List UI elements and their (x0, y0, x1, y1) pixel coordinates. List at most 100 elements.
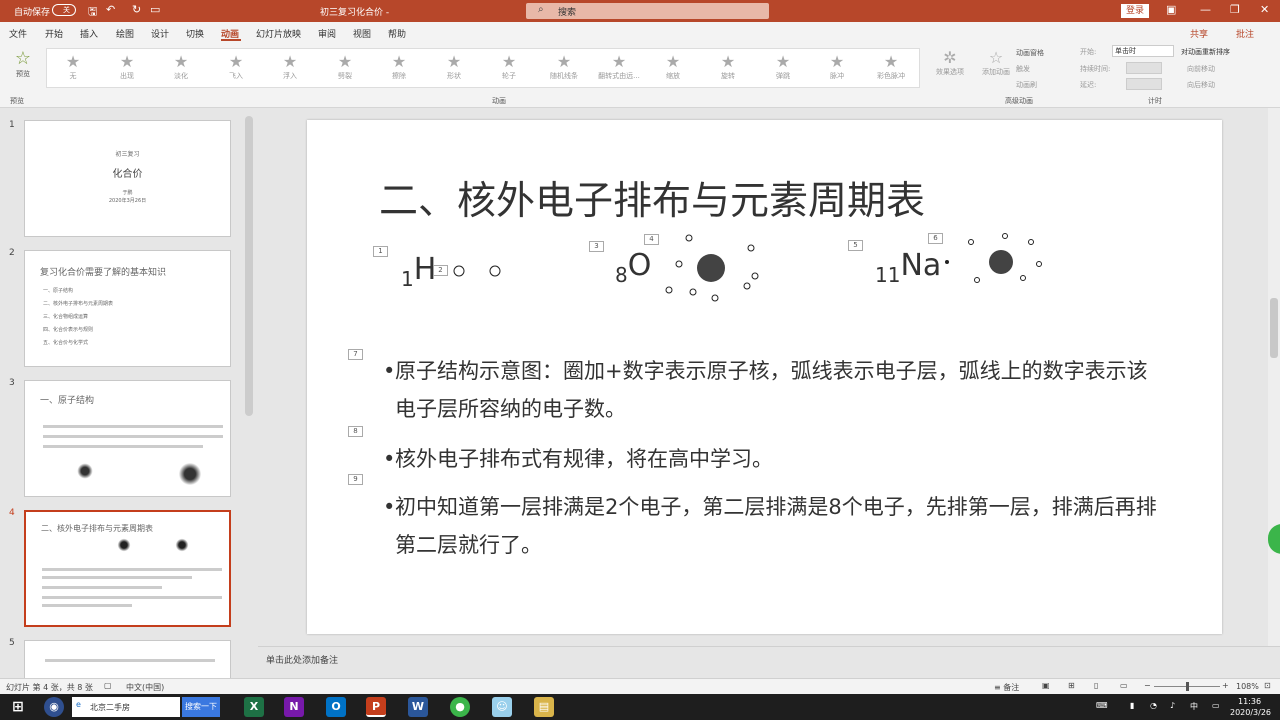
maximize-icon[interactable]: ❐ (1230, 3, 1240, 16)
search-box[interactable]: ⌕ 搜索 (526, 3, 769, 19)
tab-insert[interactable]: 插入 (80, 27, 98, 40)
preview-button[interactable]: ☆ 预览 (8, 48, 38, 79)
bullet-3[interactable]: • 初中知道第一层排满是2个电子，第二层排满是8个电子，先排第一层，排满后再排第… (383, 488, 1165, 564)
atom-oxygen[interactable]: 8O (615, 248, 651, 287)
tab-help[interactable]: 帮助 (388, 27, 406, 40)
language-indicator[interactable]: 中文(中国) (126, 682, 164, 693)
slide-thumbnail-1[interactable]: 初三复习 化合价 于鹏 2020年3月26日 (24, 120, 231, 237)
green-app-icon[interactable]: ● (450, 697, 470, 717)
spellcheck-icon[interactable]: ▢ (104, 681, 112, 690)
anim-color-pulse[interactable]: ★ 彩色脉冲 (865, 53, 917, 81)
minimize-icon[interactable]: — (1200, 3, 1211, 16)
volume-icon[interactable]: ♪ (1170, 701, 1175, 710)
tab-file[interactable]: 文件 (9, 27, 27, 40)
scroll-thumb[interactable] (1270, 298, 1278, 358)
anim-pulse[interactable]: ★ 脉冲 (811, 53, 863, 81)
delay-input[interactable] (1126, 78, 1162, 90)
move-earlier-button[interactable]: 向前移动 (1187, 64, 1215, 74)
bullet-2[interactable]: • 核外电子排布式有规律，将在高中学习。 (383, 440, 1165, 478)
zoom-in-icon[interactable]: + (1222, 681, 1229, 690)
animation-tag[interactable]: 8 (348, 426, 363, 437)
tab-design[interactable]: 设计 (151, 27, 169, 40)
keyboard-icon[interactable]: ⌨ (1096, 701, 1108, 710)
slideshow-icon[interactable]: ▭ (1120, 681, 1128, 690)
anim-random-bars[interactable]: ★ 随机线条 (538, 53, 590, 81)
bullet-1[interactable]: • 原子结构示意图：圈加+数字表示原子核，弧线表示电子层，弧线上的数字表示该电子… (383, 352, 1165, 428)
file-explorer-icon[interactable]: ▤ (534, 697, 554, 717)
anim-zoom[interactable]: ★ 缩放 (647, 53, 699, 81)
network-icon[interactable]: ◔ (1150, 701, 1157, 710)
animation-tag[interactable]: 9 (348, 474, 363, 485)
outlook-icon[interactable]: O (326, 697, 346, 717)
effect-options-button[interactable]: ✲ 效果选项 (928, 48, 972, 77)
anim-fly-in[interactable]: ★ 飞入 (210, 53, 262, 81)
tab-view[interactable]: 视图 (353, 27, 371, 40)
notes-toggle[interactable]: ≡ 备注 (994, 682, 1019, 693)
reading-view-icon[interactable]: ▯ (1094, 681, 1098, 690)
slide-title[interactable]: 二、核外电子排布与元素周期表 (379, 170, 925, 226)
share-button[interactable]: 共享 (1190, 27, 1208, 40)
animation-pane-button[interactable]: 动画窗格 (1016, 48, 1044, 58)
close-icon[interactable]: ✕ (1260, 3, 1269, 16)
slide-thumbnail-2[interactable]: 复习化合价需要了解的基本知识 一、原子结构 二、核外电子排布与元素周期表 三、化… (24, 250, 231, 367)
ime-icon[interactable]: 中 (1190, 701, 1198, 712)
anim-none[interactable]: ★ 无 (47, 53, 99, 81)
anim-bounce[interactable]: ★ 弹跳 (757, 53, 809, 81)
browser-icon[interactable]: ◉ (44, 697, 64, 717)
battery-icon[interactable]: ▮ (1130, 701, 1134, 710)
notes-pane[interactable]: 单击此处添加备注 (258, 646, 1280, 674)
add-animation-button[interactable]: ☆ 添加动画 (980, 48, 1012, 77)
slide-canvas[interactable]: 二、核外电子排布与元素周期表 1 1H 2 3 4 8O 5 6 11Na 7 … (307, 120, 1222, 634)
tab-review[interactable]: 审阅 (318, 27, 336, 40)
anim-appear[interactable]: ★ 出现 (101, 53, 153, 81)
atom-sodium[interactable]: 11Na (875, 248, 941, 287)
taskbar-search-button[interactable]: 搜索一下 (182, 697, 220, 717)
atom-hydrogen[interactable]: 1H (401, 252, 436, 291)
animation-tag[interactable]: 4 (644, 234, 659, 245)
tab-draw[interactable]: 绘图 (116, 27, 134, 40)
slide-sorter-icon[interactable]: ⊞ (1068, 681, 1075, 690)
taskbar-search-field[interactable]: e 北京二手房 (72, 697, 180, 717)
anim-fade[interactable]: ★ 淡化 (155, 53, 207, 81)
duration-input[interactable] (1126, 62, 1162, 74)
save-icon[interactable]: 🖫 (88, 3, 97, 22)
anim-grow-turn[interactable]: ★ 翻转式由远... (593, 53, 645, 81)
present-icon[interactable]: ▭ (150, 3, 160, 16)
thumbnail-scrollbar[interactable] (245, 116, 253, 416)
zoom-level[interactable]: 108% (1236, 682, 1259, 691)
undo-icon[interactable]: ↶ (106, 3, 115, 16)
tab-home[interactable]: 开始 (45, 27, 63, 40)
slide-thumbnail-4[interactable]: 二、核外电子排布与元素周期表 (24, 510, 231, 627)
normal-view-icon[interactable]: ▣ (1042, 681, 1050, 690)
onenote-icon[interactable]: N (284, 697, 304, 717)
trigger-button[interactable]: 触发 (1016, 64, 1030, 74)
start-select[interactable]: 单击时 (1112, 45, 1174, 57)
animation-tag[interactable]: 5 (848, 240, 863, 251)
notification-icon[interactable]: ▭ (1212, 701, 1220, 710)
anim-split[interactable]: ★ 劈裂 (319, 53, 371, 81)
word-icon[interactable]: W (408, 697, 428, 717)
animation-painter-button[interactable]: 动画刷 (1016, 80, 1037, 90)
animation-tag[interactable]: 7 (348, 349, 363, 360)
clock-time[interactable]: 11:36 (1238, 697, 1261, 706)
clock-date[interactable]: 2020/3/26 (1230, 708, 1271, 717)
anim-wheel[interactable]: ★ 轮子 (483, 53, 535, 81)
slide-thumbnail-5[interactable] (24, 640, 231, 680)
zoom-out-icon[interactable]: − (1144, 681, 1151, 690)
anim-float-in[interactable]: ★ 浮入 (264, 53, 316, 81)
tab-transitions[interactable]: 切换 (186, 27, 204, 40)
move-later-button[interactable]: 向后移动 (1187, 80, 1215, 90)
slide-scrollbar[interactable] (1268, 108, 1280, 646)
fit-slide-icon[interactable]: ⊡ (1264, 681, 1271, 690)
slide-thumbnail-3[interactable]: 一、原子结构 (24, 380, 231, 497)
animation-tag[interactable]: 3 (589, 241, 604, 252)
zoom-slider-thumb[interactable] (1186, 682, 1189, 691)
animation-tag[interactable]: 6 (928, 233, 943, 244)
ribbon-display-icon[interactable]: ▣ (1166, 3, 1176, 16)
anim-wipe[interactable]: ★ 擦除 (373, 53, 425, 81)
excel-icon[interactable]: X (244, 697, 264, 717)
login-button[interactable]: 登录 (1121, 4, 1149, 18)
animation-tag[interactable]: 1 (373, 246, 388, 257)
powerpoint-icon[interactable]: P (366, 697, 386, 717)
tab-slideshow[interactable]: 幻灯片放映 (256, 27, 301, 40)
